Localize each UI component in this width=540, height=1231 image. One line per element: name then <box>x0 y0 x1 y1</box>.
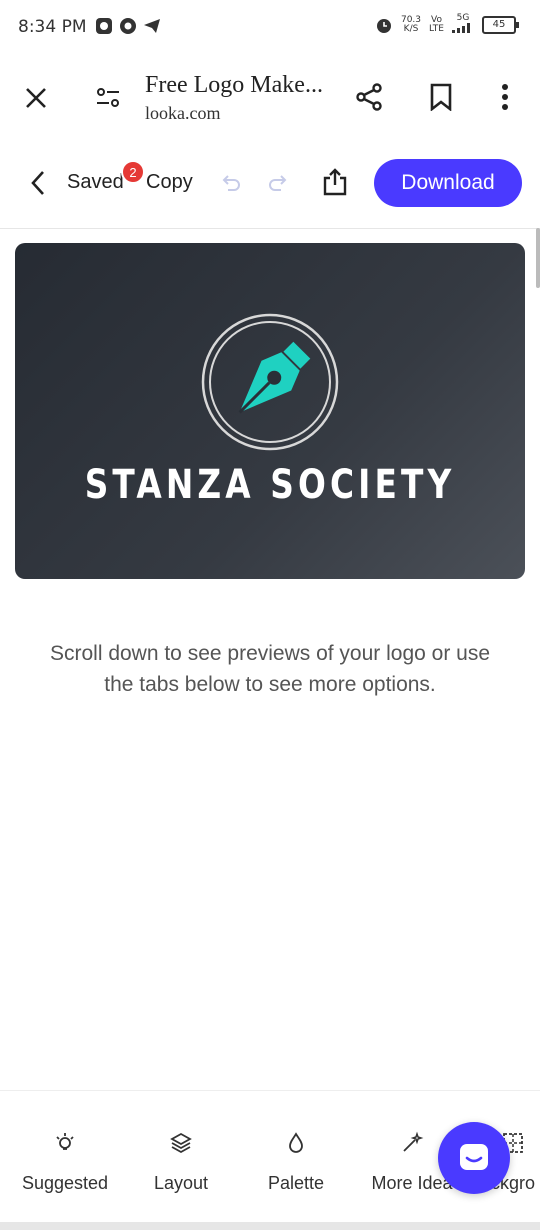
chat-support-button[interactable] <box>438 1122 510 1194</box>
messaging-app-icon <box>96 18 112 34</box>
tune-icon <box>97 88 119 107</box>
bookmark-button[interactable] <box>424 80 458 114</box>
saved-status: Saved <box>67 171 124 193</box>
tab-layout[interactable]: Layout <box>148 1131 214 1194</box>
more-options-button[interactable] <box>490 80 520 114</box>
logo-preview-card[interactable]: STANZA SOCIETY <box>15 243 525 579</box>
browser-header: Free Logo Make... looka.com <box>0 56 540 139</box>
status-time: 8:34 PM <box>18 17 87 37</box>
status-bar: 8:34 PM 70.3 K/S Vo LTE 5G 45 <box>0 0 540 56</box>
share-button[interactable] <box>352 80 386 114</box>
redo-button[interactable] <box>265 170 291 196</box>
site-settings-button[interactable] <box>92 82 124 114</box>
net-unit: K/S <box>403 24 419 34</box>
close-icon <box>26 88 46 108</box>
page-title: Free Logo Make... <box>145 72 323 98</box>
lightbulb-icon <box>56 1133 74 1150</box>
layers-icon <box>170 1132 192 1154</box>
notification-badge: 2 <box>121 160 145 184</box>
network-type: 5G <box>456 13 470 23</box>
undo-icon <box>222 175 240 191</box>
pen-nib-logo-icon <box>201 313 339 451</box>
telegram-icon <box>144 19 160 33</box>
editor-toolbar: Saved 2 Copy Download <box>0 138 540 229</box>
close-button[interactable] <box>20 82 52 114</box>
more-vertical-icon <box>502 84 508 110</box>
battery-indicator: 45 <box>482 16 519 34</box>
logo-brand-name: STANZA SOCIETY <box>84 462 456 508</box>
bookmark-icon <box>430 83 452 111</box>
tab-suggested[interactable]: Suggested <box>18 1131 112 1194</box>
scroll-hint: Scroll down to see previews of your logo… <box>49 642 491 696</box>
signal-icon <box>452 23 470 33</box>
share-icon <box>356 83 382 111</box>
redo-icon <box>269 175 287 191</box>
undo-button[interactable] <box>218 170 244 196</box>
alarm-icon <box>376 19 391 33</box>
download-button[interactable]: Download <box>374 159 522 207</box>
export-button[interactable] <box>320 166 350 198</box>
chrome-icon <box>120 18 136 34</box>
page-url[interactable]: looka.com <box>145 103 220 124</box>
copy-button[interactable]: Copy <box>146 171 193 194</box>
chevron-left-icon <box>31 171 44 195</box>
magic-wand-icon <box>403 1131 424 1152</box>
upload-icon <box>323 168 347 196</box>
system-nav-bar <box>0 1222 540 1230</box>
lte-label: LTE <box>429 24 444 34</box>
droplet-icon <box>289 1132 303 1153</box>
scrollbar[interactable] <box>536 228 540 288</box>
back-button[interactable] <box>24 168 52 198</box>
tab-palette[interactable]: Palette <box>264 1131 328 1194</box>
chat-icon <box>460 1144 488 1170</box>
